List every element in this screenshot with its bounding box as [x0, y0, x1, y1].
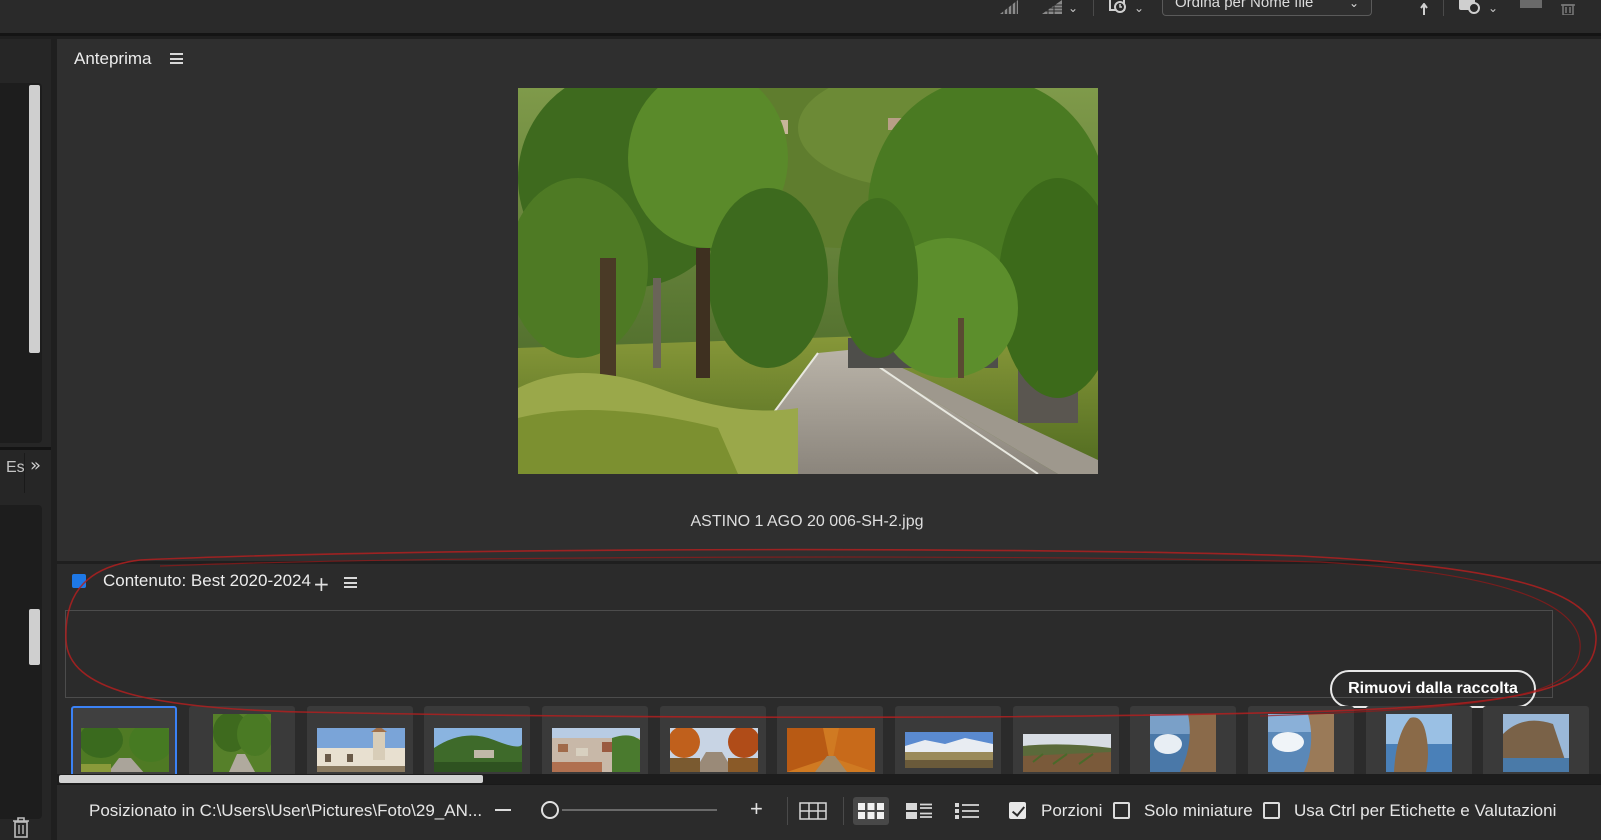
tab-esporta[interactable]: Es — [6, 459, 25, 477]
solo-miniature-label: Solo miniature — [1144, 801, 1253, 820]
status-bar: Posizionato in C:\Users\User\Pictures\Fo… — [57, 784, 1601, 840]
left-panel: Es » — [0, 39, 51, 840]
preview-filename: ASTINO 1 AGO 20 006-SH-2.jpg — [690, 513, 924, 530]
view-list-button[interactable] — [949, 797, 985, 825]
content-menu-icon[interactable] — [344, 577, 357, 588]
zoom-in-icon[interactable]: + — [750, 798, 763, 820]
sort-dropdown[interactable]: Ordina per Nome file ⌄ — [1162, 0, 1372, 16]
thumbnail-image — [1150, 714, 1216, 772]
thumbnail-image — [1503, 714, 1569, 772]
panel-divider — [0, 447, 51, 450]
thumbnail-image — [905, 732, 993, 768]
porzioni-checkbox[interactable] — [1009, 802, 1026, 819]
trash-icon[interactable] — [12, 817, 30, 839]
ctrl-labels-checkbox[interactable] — [1263, 802, 1280, 819]
collection-filter-bar: Rimuovi dalla raccolta — [65, 610, 1553, 708]
grid-icon — [799, 802, 827, 820]
view-grid-lock-button[interactable] — [795, 797, 831, 825]
thumbnail-image — [81, 728, 169, 772]
location-path: Posizionato in C:\Users\User\Pictures\Fo… — [89, 801, 483, 820]
filter-stars-icon[interactable] — [998, 0, 1020, 14]
thumbnail-image — [213, 714, 271, 772]
filter-time-icon[interactable]: ⌄ — [1108, 0, 1144, 14]
preview-menu-icon[interactable] — [170, 53, 183, 64]
thumbnail-image — [317, 728, 405, 772]
thumbnail-image — [552, 728, 640, 772]
view-details-button[interactable] — [901, 797, 937, 825]
export-scrollbar[interactable] — [29, 609, 40, 665]
chevron-down-icon[interactable]: ⌄ — [1488, 2, 1498, 14]
double-chevron-right-icon[interactable]: » — [30, 455, 41, 476]
preview-panel-title: Anteprima — [74, 49, 152, 68]
thumbnail-scrollbar[interactable] — [57, 774, 1601, 784]
add-icon[interactable]: + — [313, 574, 330, 594]
remove-from-collection-button[interactable]: Rimuovi dalla raccolta — [1330, 670, 1536, 708]
preview-image — [518, 88, 1098, 474]
collection-color-icon — [72, 574, 86, 588]
view-thumbnails-button[interactable] — [853, 797, 889, 825]
chevron-down-icon[interactable]: ⌄ — [1068, 2, 1078, 14]
thumbnail-image — [670, 728, 758, 772]
thumbnail-image — [787, 728, 875, 772]
divider — [787, 797, 788, 825]
chevron-down-icon: ⌄ — [1348, 0, 1359, 10]
thumbnail-image — [1386, 714, 1452, 772]
details-view-icon — [906, 803, 932, 819]
thumbnail-image — [434, 728, 522, 772]
sort-direction-icon[interactable] — [1420, 0, 1428, 19]
content-panel: Contenuto: Best 2020-2024 + Rimuovi dall… — [57, 564, 1601, 840]
chevron-down-icon[interactable]: ⌄ — [1134, 2, 1144, 14]
filter-grid-icon[interactable]: ⌄ — [1040, 0, 1078, 14]
thumbnail-image — [1023, 734, 1111, 772]
tab-divider — [24, 453, 25, 493]
window-icon[interactable] — [1520, 0, 1542, 8]
preview-panel: Anteprima ASTINO 1 AGO 20 006-SH-2.jpg — [57, 39, 1601, 561]
trash-icon[interactable] — [1560, 0, 1576, 19]
ctrl-labels-label: Usa Ctrl per Etichette e Valutazioni — [1294, 801, 1557, 820]
sort-dropdown-value: Ordina per Nome file — [1175, 0, 1314, 11]
zoom-out-icon[interactable] — [495, 809, 511, 811]
camera-time-icon[interactable]: ⌄ — [1458, 0, 1498, 14]
porzioni-label: Porzioni — [1041, 801, 1103, 820]
toolbar-divider — [1443, 0, 1444, 16]
divider — [843, 797, 844, 825]
thumbnail-scrollbar-thumb[interactable] — [59, 775, 483, 783]
top-toolbar: ⌄ ⌄ Ordina per Nome file ⌄ ⌄ — [0, 0, 1601, 36]
folders-scrollbar[interactable] — [29, 85, 40, 353]
thumbnail-size-slider[interactable] — [562, 809, 717, 811]
toolbar-divider — [1093, 0, 1094, 16]
thumbnail-image — [1268, 714, 1334, 772]
thumbnail-size-slider-knob[interactable] — [541, 801, 559, 819]
thumbnails-view-icon — [858, 803, 884, 819]
content-panel-title: Contenuto: Best 2020-2024 — [103, 571, 311, 590]
solo-miniature-checkbox[interactable] — [1113, 802, 1130, 819]
list-view-icon — [955, 803, 979, 819]
